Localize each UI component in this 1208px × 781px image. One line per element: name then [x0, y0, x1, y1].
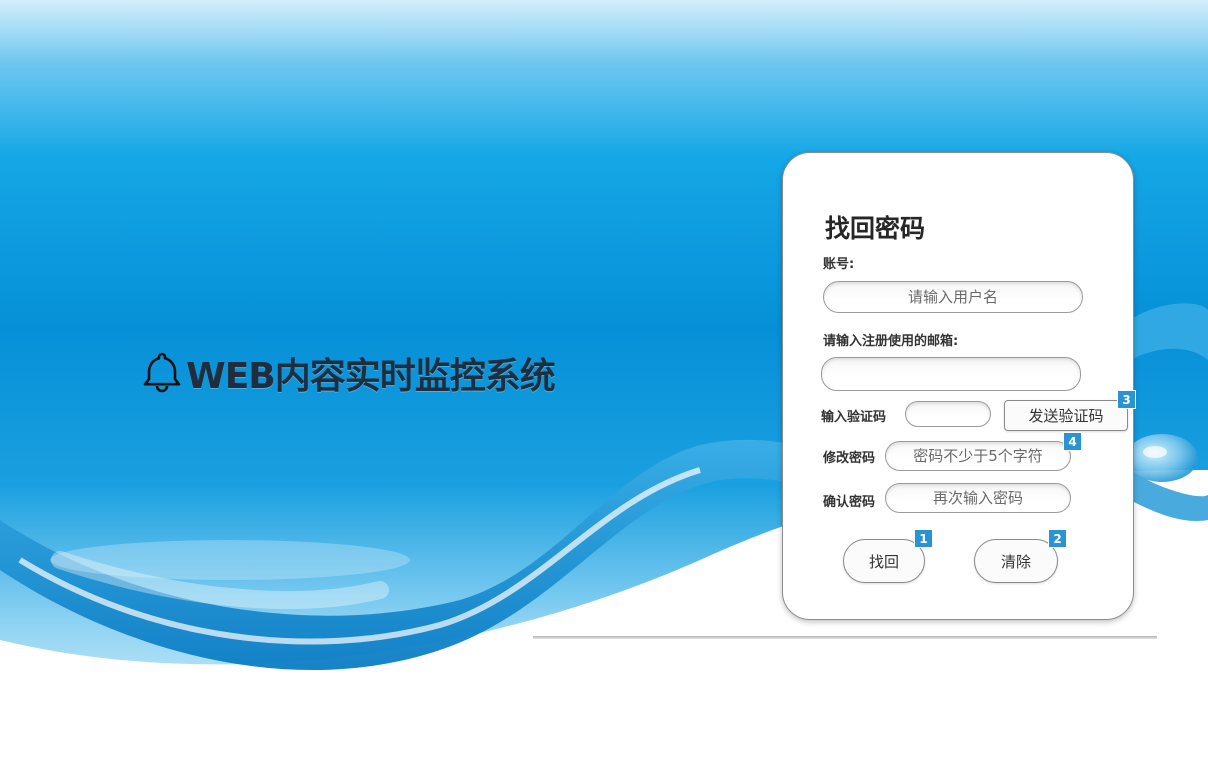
- new-password-input[interactable]: [885, 441, 1071, 471]
- email-input[interactable]: [821, 357, 1081, 391]
- clear-badge: 2: [1048, 529, 1067, 548]
- brand: WEB内容实时监控系统: [140, 348, 556, 398]
- submit-badge: 1: [914, 529, 933, 548]
- send-code-button[interactable]: 发送验证码: [1004, 400, 1128, 431]
- send-code-badge: 3: [1117, 390, 1136, 409]
- submit-button[interactable]: 找回: [843, 539, 925, 583]
- account-input[interactable]: [823, 281, 1083, 313]
- clear-button[interactable]: 清除: [974, 539, 1058, 583]
- email-label: 请输入注册使用的邮箱:: [823, 334, 959, 349]
- confirm-password-label: 确认密码: [823, 495, 876, 510]
- new-password-badge: 4: [1063, 432, 1082, 451]
- divider: [533, 636, 1157, 639]
- bell-icon: [140, 349, 184, 397]
- verification-code-input[interactable]: [905, 401, 991, 427]
- password-recovery-card: 找回密码 账号: 请输入注册使用的邮箱: 输入验证码 发送验证码 3 修改密码 …: [782, 152, 1136, 620]
- confirm-password-input[interactable]: [885, 483, 1071, 513]
- new-password-label: 修改密码: [823, 451, 876, 466]
- code-label: 输入验证码: [821, 410, 887, 425]
- app-title: WEB内容实时监控系统: [186, 356, 556, 397]
- account-label: 账号:: [823, 257, 855, 272]
- form-title: 找回密码: [825, 214, 926, 243]
